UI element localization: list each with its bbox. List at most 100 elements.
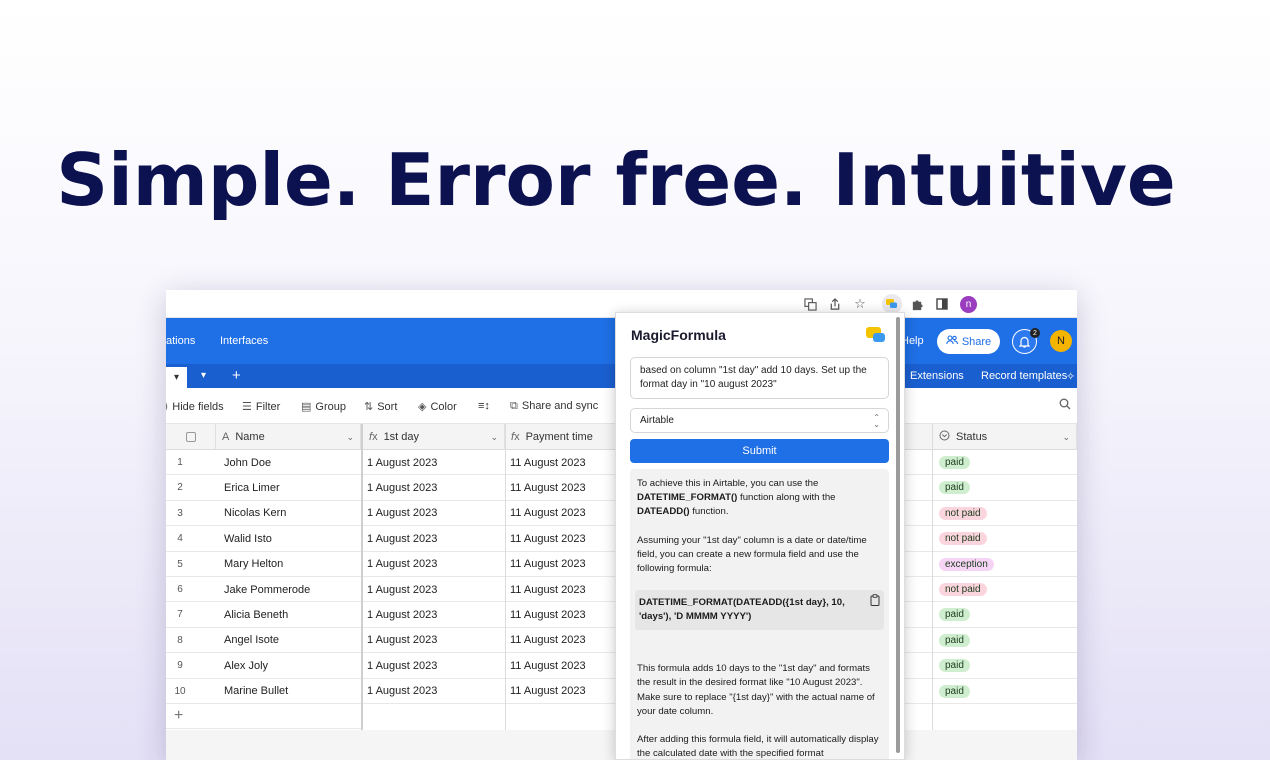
color-button[interactable]: ◈ Color [418, 400, 457, 413]
cell-status[interactable]: not paid [933, 577, 1073, 602]
column-divider [932, 424, 933, 730]
cell-status[interactable]: paid [933, 628, 1073, 653]
cell-payment-time[interactable]: 11 August 2023 [504, 628, 624, 653]
cell-name[interactable]: Jake Pommerode [218, 577, 358, 602]
row-number[interactable]: 1 [166, 450, 194, 475]
cell-first-day[interactable]: 1 August 2023 [361, 602, 501, 627]
header-status[interactable]: Status ⌄ [932, 424, 1077, 450]
magicformula-extension-icon[interactable] [882, 294, 902, 314]
header-name[interactable]: A Name ⌄ [216, 424, 361, 450]
puzzle-icon[interactable] [907, 294, 927, 314]
header-first-day[interactable]: fx 1st day ⌄ [363, 424, 505, 450]
chevron-updown-icon: ⌃ ⌄ [873, 413, 880, 429]
cell-status[interactable]: paid [933, 475, 1073, 500]
group-button[interactable]: ▤ Group [301, 400, 346, 413]
status-badge: paid [939, 659, 970, 673]
search-icon[interactable] [1059, 398, 1071, 413]
sidebar-icon[interactable] [932, 294, 952, 314]
star-icon[interactable]: ☆ [850, 294, 870, 314]
cell-payment-time[interactable]: 11 August 2023 [504, 501, 624, 526]
nav-automations[interactable]: ations [166, 335, 195, 347]
row-number[interactable]: 4 [166, 526, 194, 551]
user-avatar[interactable]: N [1050, 330, 1072, 352]
platform-select[interactable]: Airtable ⌃ ⌄ [630, 408, 889, 433]
cell-status[interactable]: paid [933, 653, 1073, 678]
extensions-button[interactable]: Extensions [910, 370, 964, 382]
filter-button[interactable]: ☰ Filter [242, 400, 280, 413]
add-table-button[interactable]: + [232, 367, 241, 384]
clipboard-icon[interactable] [870, 594, 880, 610]
hide-fields-button[interactable]: ⟩Hide fields [166, 400, 224, 413]
cell-status[interactable]: not paid [933, 501, 1073, 526]
submit-button[interactable]: Submit [630, 439, 889, 463]
row-number[interactable]: 10 [166, 679, 194, 704]
cell-payment-time[interactable]: 11 August 2023 [504, 577, 624, 602]
record-templates-button[interactable]: Record templates [981, 370, 1067, 382]
chevron-down-icon[interactable]: ⌄ [1062, 432, 1070, 443]
cell-name[interactable]: John Doe [218, 450, 358, 475]
cell-name[interactable]: Alex Joly [218, 653, 358, 678]
cell-first-day[interactable]: 1 August 2023 [361, 679, 501, 704]
people-icon [946, 335, 958, 348]
cell-status[interactable]: paid [933, 679, 1073, 704]
cell-name[interactable]: Erica Limer [218, 475, 358, 500]
cell-payment-time[interactable]: 11 August 2023 [504, 653, 624, 678]
share-sync-button[interactable]: ⧉ Share and sync [510, 400, 598, 413]
row-number[interactable]: 2 [166, 475, 194, 500]
cell-status[interactable]: not paid [933, 526, 1073, 551]
cell-name[interactable]: Nicolas Kern [218, 501, 358, 526]
cell-first-day[interactable]: 1 August 2023 [361, 552, 501, 577]
cell-status[interactable]: paid [933, 450, 1073, 475]
chevron-down-icon[interactable]: ⌄ [346, 432, 354, 443]
prompt-input[interactable]: based on column "1st day" add 10 days. S… [630, 357, 889, 399]
formula-icon: fx [511, 431, 520, 443]
column-divider [505, 424, 506, 730]
cell-first-day[interactable]: 1 August 2023 [361, 501, 501, 526]
share-label: Share [961, 335, 992, 348]
formula-answer: To achieve this in Airtable, you can use… [630, 469, 889, 759]
cell-first-day[interactable]: 1 August 2023 [361, 577, 501, 602]
cell-payment-time[interactable]: 11 August 2023 [504, 602, 624, 627]
cell-first-day[interactable]: 1 August 2023 [361, 653, 501, 678]
share-button[interactable]: Share [937, 329, 1000, 354]
cell-payment-time[interactable]: 11 August 2023 [504, 552, 624, 577]
cell-first-day[interactable]: 1 August 2023 [361, 628, 501, 653]
app-screenshot: ☆ n ations Interfaces Help Share 2 N ▾ ▾ [166, 290, 1077, 760]
cell-name[interactable]: Angel Isote [218, 628, 358, 653]
row-number[interactable]: 8 [166, 628, 194, 653]
chevron-down-icon[interactable]: ▾ [166, 367, 187, 388]
cell-first-day[interactable]: 1 August 2023 [361, 475, 501, 500]
share-icon[interactable] [825, 294, 845, 314]
cell-name[interactable]: Mary Helton [218, 552, 358, 577]
profile-avatar[interactable]: n [960, 296, 977, 313]
cell-payment-time[interactable]: 11 August 2023 [504, 526, 624, 551]
row-number[interactable]: 6 [166, 577, 194, 602]
hero-title: Simple. Error free. Intuitive [56, 138, 1176, 222]
select-all-checkbox[interactable] [166, 424, 216, 450]
header-payment-time[interactable]: fx Payment time [505, 424, 625, 450]
cell-name[interactable]: Marine Bullet [218, 679, 358, 704]
add-row-button[interactable]: + [166, 704, 361, 729]
chevron-down-icon[interactable]: ▾ [201, 370, 206, 381]
cell-payment-time[interactable]: 11 August 2023 [504, 679, 624, 704]
cell-first-day[interactable]: 1 August 2023 [361, 526, 501, 551]
row-number[interactable]: 9 [166, 653, 194, 678]
answer-assumption: Assuming your "1st day" column is a date… [637, 534, 867, 575]
cell-first-day[interactable]: 1 August 2023 [361, 450, 501, 475]
row-number[interactable]: 7 [166, 602, 194, 627]
cell-payment-time[interactable]: 11 August 2023 [504, 475, 624, 500]
cell-name[interactable]: Alicia Beneth [218, 602, 358, 627]
row-number[interactable]: 5 [166, 552, 194, 577]
cell-status[interactable]: paid [933, 602, 1073, 627]
popup-scrollbar[interactable] [896, 317, 900, 753]
chevron-down-icon[interactable]: ⌄ [490, 432, 498, 443]
cell-payment-time[interactable]: 11 August 2023 [504, 450, 624, 475]
row-number[interactable]: 3 [166, 501, 194, 526]
sort-button[interactable]: ⇅ Sort [364, 400, 397, 413]
translate-icon[interactable] [800, 294, 820, 314]
nav-interfaces[interactable]: Interfaces [220, 335, 268, 347]
row-height-icon[interactable]: ≡↕ [478, 400, 490, 412]
cell-name[interactable]: Walid Isto [218, 526, 358, 551]
cell-status[interactable]: exception [933, 552, 1073, 577]
status-badge: paid [939, 684, 970, 698]
